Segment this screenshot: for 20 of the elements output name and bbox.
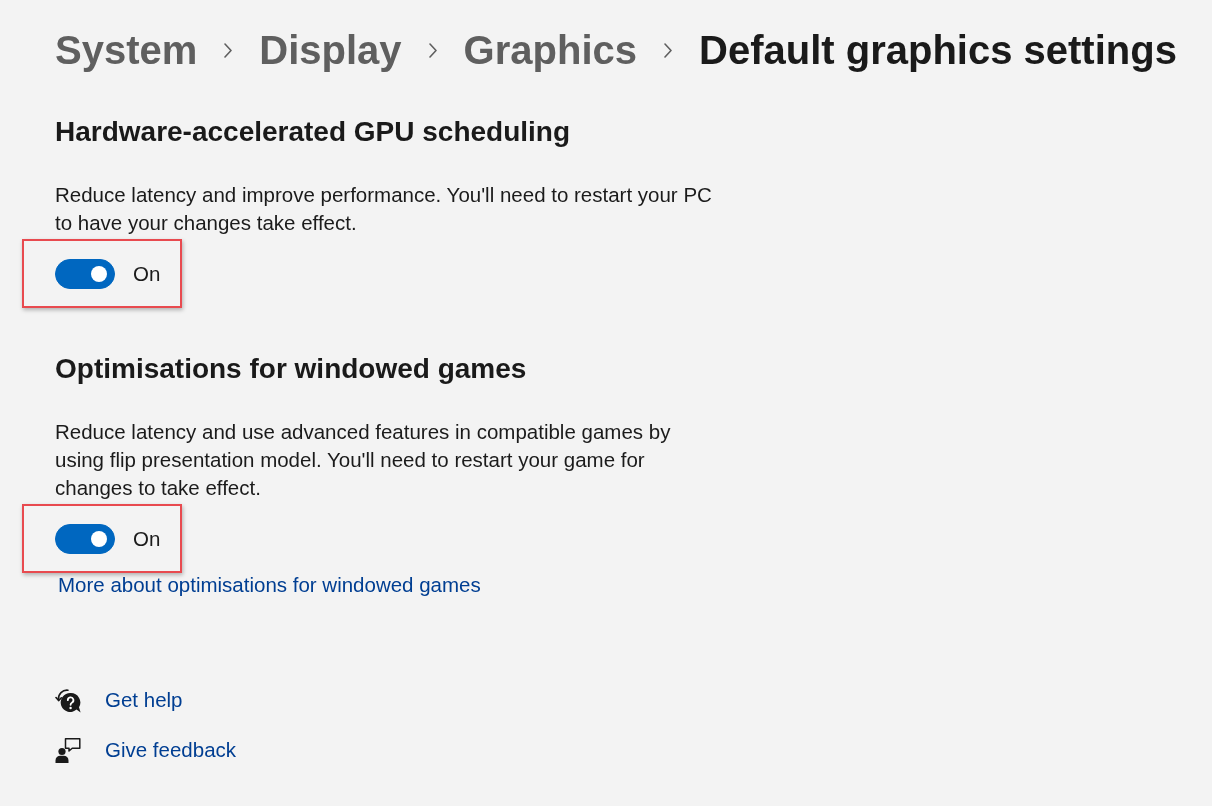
- setting-title: Hardware-accelerated GPU scheduling: [55, 115, 571, 149]
- setting-description: Reduce latency and use advanced features in compatible games by using flip presentation model. You'll need to restart your game for changes to take effect.: [55, 419, 672, 501]
- toggle-switch[interactable]: [55, 524, 115, 554]
- learn-more-link[interactable]: More about optimisations for windowed games: [58, 571, 481, 599]
- toggle-state-label: On: [133, 526, 161, 552]
- help-link[interactable]: Give feedback: [105, 736, 237, 764]
- question-bubble-icon: [55, 687, 81, 713]
- chevron-icon: [224, 42, 233, 58]
- setting-description: Reduce latency and improve performance. You'll need to restart your PC to have your changes take effect.: [55, 182, 713, 236]
- person-speech-bubble-icon: [55, 737, 81, 763]
- chevron-icon: [664, 42, 672, 58]
- breadcrumb-link[interactable]: Graphics: [463, 26, 637, 74]
- breadcrumb-link[interactable]: System: [55, 26, 198, 74]
- breadcrumb-link[interactable]: Display: [259, 26, 402, 74]
- setting-title: Optimisations for windowed games: [55, 352, 527, 386]
- chevron-icon: [428, 42, 437, 58]
- help-link[interactable]: Get help: [105, 686, 183, 714]
- toggle-state-label: On: [133, 261, 161, 287]
- toggle-switch[interactable]: [55, 259, 115, 289]
- page-title: Default graphics settings: [699, 27, 1177, 74]
